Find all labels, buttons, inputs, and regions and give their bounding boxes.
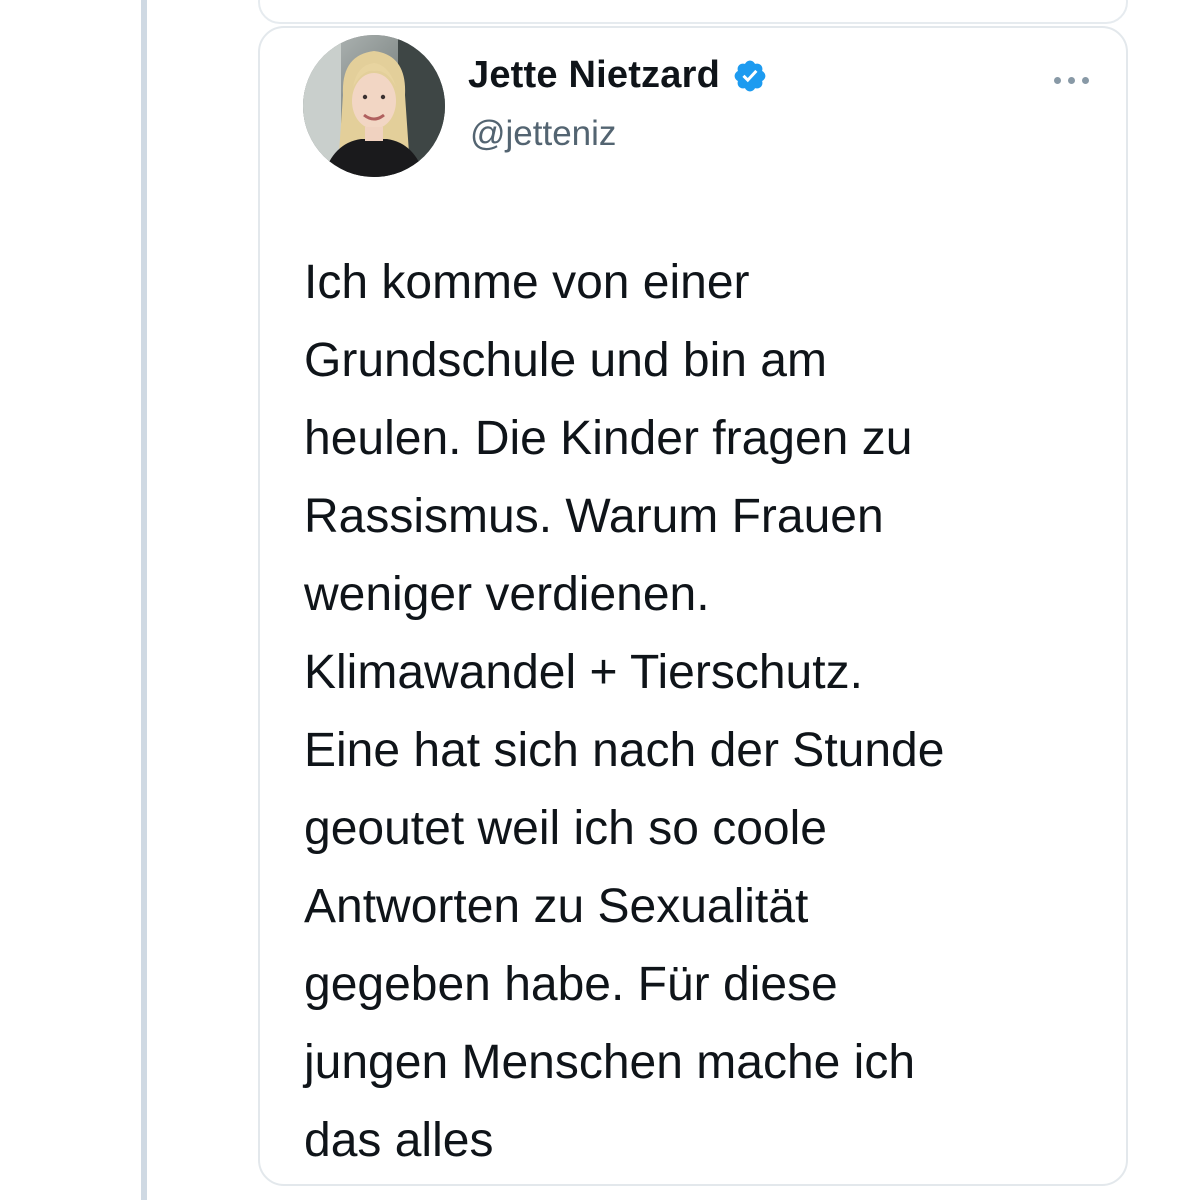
tweet-text: Ich komme von einer Grundschule und bin … [304, 256, 945, 1167]
author-name-row[interactable]: Jette Nietzard [468, 54, 768, 97]
profile-photo-icon [303, 35, 445, 177]
quoted-tweet-card[interactable]: Jette Nietzard @jetteniz Ich komme von e… [258, 26, 1128, 1186]
verified-badge-icon [732, 58, 768, 94]
thread-line [141, 0, 147, 1200]
more-options-icon[interactable] [1054, 68, 1102, 92]
dot [1054, 76, 1061, 84]
previous-card [258, 0, 1128, 24]
dot [1082, 76, 1089, 84]
author-display-name[interactable]: Jette Nietzard [468, 54, 720, 97]
dot [1068, 76, 1075, 84]
avatar[interactable] [303, 35, 445, 177]
author-handle[interactable]: @jetteniz [470, 114, 616, 154]
